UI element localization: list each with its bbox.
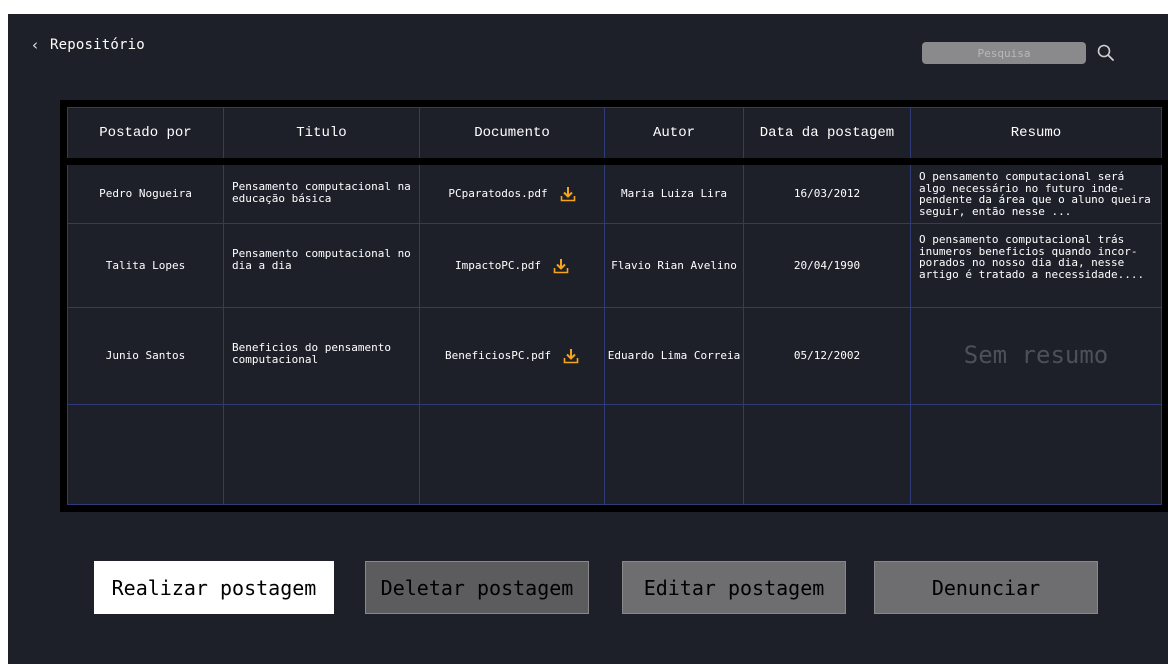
cell-titulo: Pensamento computacional na educação bás…	[223, 160, 420, 225]
empty-cell	[910, 403, 1162, 506]
cell-postado-por: Talita Lopes	[67, 223, 224, 309]
document-link[interactable]: ImpactoPC.pdf	[455, 260, 541, 272]
table-row[interactable]: Talita Lopes Pensamento computacional no…	[67, 223, 1162, 309]
cell-data: 16/03/2012	[743, 160, 911, 225]
column-header-data[interactable]: Data da postagem	[743, 107, 911, 165]
delete-post-button[interactable]: Deletar postagem	[365, 561, 589, 614]
repository-table-frame: Postado por Titulo Documento Autor Data …	[60, 100, 1168, 512]
empty-cell	[743, 403, 911, 506]
report-button[interactable]: Denunciar	[874, 561, 1098, 614]
app-window: ‹ Repositório Postado por Titulo Documen…	[8, 14, 1168, 664]
table-row[interactable]: Junio Santos Beneficios do pensamento co…	[67, 307, 1162, 405]
edit-post-button[interactable]: Editar postagem	[622, 561, 846, 614]
empty-summary-placeholder: Sem resumo	[963, 341, 1109, 370]
empty-cell	[223, 403, 420, 506]
empty-cell	[67, 403, 224, 506]
cell-postado-por: Pedro Nogueira	[67, 160, 224, 225]
back-button[interactable]: ‹ Repositório	[32, 36, 145, 54]
document-link[interactable]: BeneficiosPC.pdf	[445, 350, 551, 362]
download-icon[interactable]	[553, 258, 569, 274]
cell-resumo: O pensamento computacional trás inumeros…	[910, 223, 1162, 309]
cell-data: 05/12/2002	[743, 307, 911, 405]
search-bar	[922, 42, 1116, 64]
cell-autor: Flavio Rian Avelino	[604, 223, 744, 309]
table-header-row: Postado por Titulo Documento Autor Data …	[67, 107, 1162, 165]
cell-autor: Eduardo Lima Correia	[604, 307, 744, 405]
column-header-resumo[interactable]: Resumo	[910, 107, 1162, 165]
column-header-documento[interactable]: Documento	[419, 107, 605, 165]
cell-resumo: Sem resumo	[910, 307, 1162, 405]
create-post-button[interactable]: Realizar postagem	[94, 561, 334, 614]
chevron-left-icon: ‹	[32, 36, 38, 54]
page-title: Repositório	[50, 37, 145, 53]
column-header-postado-por[interactable]: Postado por	[67, 107, 224, 165]
cell-documento: PCparatodos.pdf	[419, 160, 605, 225]
download-icon[interactable]	[563, 348, 579, 364]
cell-titulo: Pensamento computacional no dia a dia	[223, 223, 420, 309]
empty-cell	[419, 403, 605, 506]
cell-data: 20/04/1990	[743, 223, 911, 309]
cell-documento: ImpactoPC.pdf	[419, 223, 605, 309]
cell-titulo: Beneficios do pensamento computacional	[223, 307, 420, 405]
cell-resumo: O pensamento computacional será algo nec…	[910, 160, 1162, 225]
search-icon[interactable]	[1096, 43, 1116, 63]
search-input[interactable]	[922, 42, 1086, 64]
repository-table: Postado por Titulo Documento Autor Data …	[67, 107, 1162, 506]
cell-documento: BeneficiosPC.pdf	[419, 307, 605, 405]
column-header-autor[interactable]: Autor	[604, 107, 744, 165]
cell-postado-por: Junio Santos	[67, 307, 224, 405]
download-icon[interactable]	[560, 186, 576, 202]
table-row-empty	[67, 403, 1162, 506]
column-header-titulo[interactable]: Titulo	[223, 107, 420, 165]
document-link[interactable]: PCparatodos.pdf	[448, 188, 547, 200]
table-row[interactable]: Pedro Nogueira Pensamento computacional …	[67, 160, 1162, 225]
empty-cell	[604, 403, 744, 506]
cell-autor: Maria Luiza Lira	[604, 160, 744, 225]
